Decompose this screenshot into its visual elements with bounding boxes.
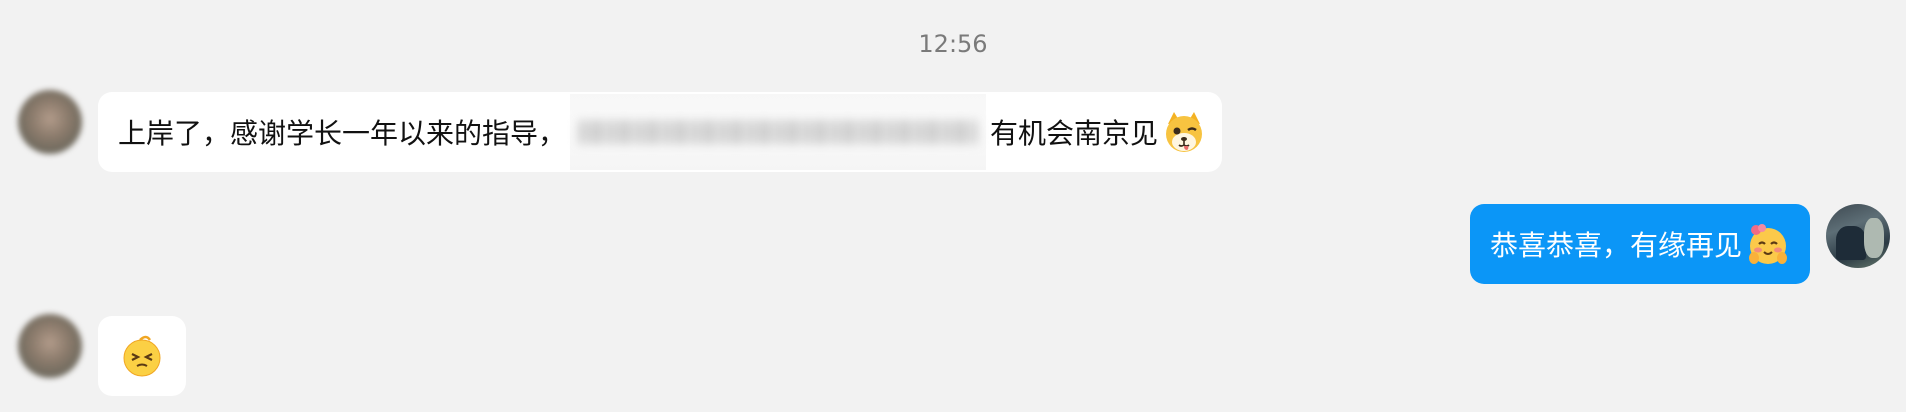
timestamp: 12:56 — [918, 30, 988, 58]
redacted-text — [570, 94, 987, 170]
message-bubble-right[interactable]: 恭喜恭喜，有缘再见 — [1470, 204, 1810, 284]
message-bubble-left[interactable]: 上岸了，感谢学长一年以来的指导， 有机会南京见 — [98, 92, 1222, 172]
dog-face-emoji-icon — [1166, 112, 1203, 152]
message-bubble-left[interactable] — [98, 316, 186, 396]
avatar[interactable] — [18, 90, 82, 154]
avatar[interactable] — [1826, 204, 1890, 268]
blushing-face-emoji-icon — [1749, 224, 1788, 264]
message-text: 上岸了，感谢学长一年以来的指导， — [118, 117, 567, 150]
message-text: 恭喜恭喜，有缘再见 — [1490, 229, 1743, 262]
squinting-face-emoji-icon — [123, 335, 161, 377]
message-text: 有机会南京见 — [990, 117, 1159, 150]
avatar[interactable] — [18, 314, 82, 378]
